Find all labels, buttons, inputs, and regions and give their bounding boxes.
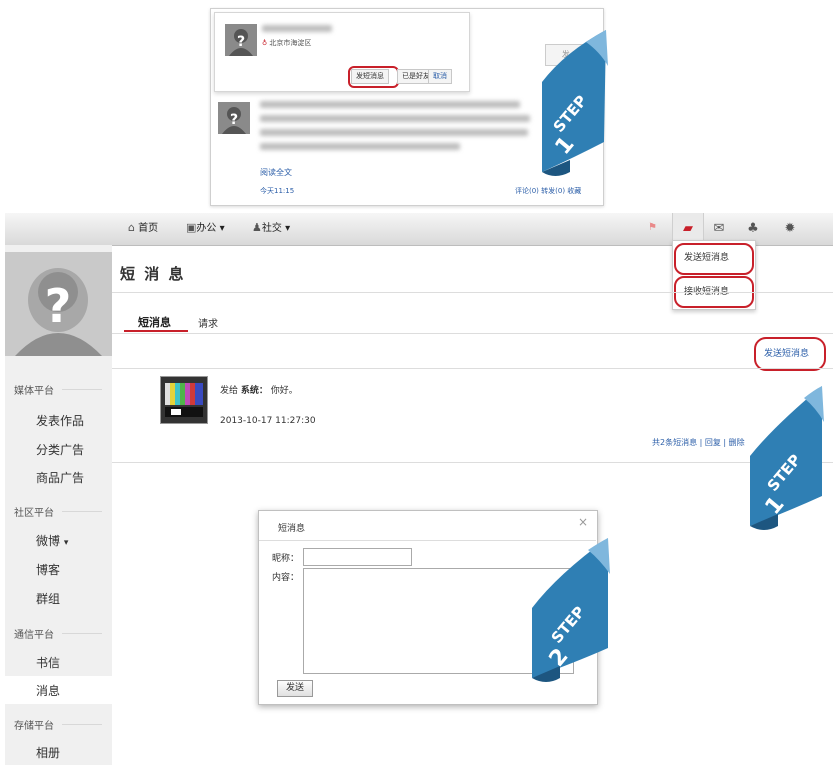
tab-active-underline <box>124 330 188 332</box>
nav-social-label: 社交 <box>261 223 282 234</box>
divider <box>112 333 833 334</box>
divider <box>62 724 102 725</box>
post-time[interactable]: 今天11:15 <box>260 186 294 196</box>
sidebar-item-albums[interactable]: 相册 <box>36 744 60 761</box>
cancel-button[interactable]: 取消 <box>428 69 452 84</box>
briefcase-icon: ▣ <box>186 221 197 234</box>
step-2-ribbon: STEP 2 <box>526 528 618 688</box>
sender-avatar <box>160 376 208 424</box>
svg-text:?: ? <box>237 34 245 50</box>
sidebar-item-groups[interactable]: 群组 <box>36 590 60 607</box>
nickname-input[interactable] <box>303 548 412 566</box>
send-button[interactable]: 发送 <box>277 680 313 697</box>
blurred-username <box>262 25 332 32</box>
sidebar-item-blog[interactable]: 博客 <box>36 561 60 578</box>
nickname-label: 昵称： <box>272 554 300 564</box>
send-message-link[interactable]: 发送短消息 <box>764 346 809 359</box>
post-avatar: ? <box>218 102 250 134</box>
gear-icon: ✹ <box>784 221 796 236</box>
step-1-ribbon-top: STEP 1 <box>530 22 620 182</box>
page-title: 短 消 息 <box>120 265 186 283</box>
sidebar-item-messages[interactable]: 消息 <box>36 682 60 699</box>
svg-text:?: ? <box>45 279 72 333</box>
tab-requests[interactable]: 请求 <box>198 315 218 330</box>
dropdown-receive-message[interactable]: 接收短消息 <box>684 284 729 297</box>
divider <box>62 633 102 634</box>
nav-social[interactable]: ♟社交 ▾ <box>252 219 290 238</box>
sidebar-item-weibo-label: 微博 <box>36 534 61 548</box>
sidebar-group-storage: 存储平台 <box>14 721 54 732</box>
divider <box>112 368 833 369</box>
sidebar-item-classified-ads[interactable]: 分类广告 <box>36 441 84 458</box>
divider <box>112 292 833 293</box>
popup-avatar: ? <box>225 24 257 56</box>
person-placeholder-icon: ? <box>5 252 112 356</box>
sidebar-group-communication: 通信平台 <box>14 630 54 641</box>
nav-home-label: 首页 <box>138 223 159 234</box>
message-time: 2013-10-17 11:27:30 <box>220 416 316 426</box>
blurred-post-line <box>260 115 530 122</box>
nav-office[interactable]: ▣办公 ▾ <box>186 219 225 238</box>
svg-text:?: ? <box>230 112 238 128</box>
message-footer-actions[interactable]: 共2条短消息 | 回复 | 删除 <box>652 437 745 448</box>
divider <box>62 511 102 512</box>
blurred-post-line <box>260 101 520 108</box>
dropdown-send-message[interactable]: 发送短消息 <box>684 250 729 263</box>
blurred-post-line <box>260 129 528 136</box>
sidebar-item-publish-work[interactable]: 发表作品 <box>36 412 84 429</box>
caret-down-icon: ▾ <box>285 223 291 234</box>
caret-down-icon: ▾ <box>63 538 69 548</box>
sender-name: 系统 <box>240 386 259 396</box>
message-text: 你好。 <box>270 386 298 396</box>
nav-home[interactable]: ⌂ 首页 <box>128 219 158 238</box>
blurred-post-line <box>260 143 460 150</box>
message-header: 发给 系统： 你好。 <box>220 386 298 396</box>
step-1-ribbon-right: STEP 1 <box>744 376 834 536</box>
sidebar-item-letters[interactable]: 书信 <box>36 654 60 671</box>
notification-flag-icon: ⚑ <box>648 222 657 233</box>
location-pin-icon: ♁ <box>262 39 268 47</box>
person-placeholder-icon: ? <box>218 102 250 134</box>
user-icon: ♟ <box>252 221 262 234</box>
content-label: 内容： <box>272 573 300 583</box>
nav-office-label: 办公 <box>196 223 217 234</box>
divider <box>112 462 833 463</box>
person-placeholder-icon: ? <box>225 24 257 56</box>
read-more-link[interactable]: 阅读全文 <box>260 167 292 178</box>
sidebar-item-weibo[interactable]: 微博 ▾ <box>36 532 68 549</box>
divider <box>62 389 102 390</box>
message-icon: ▰ <box>683 221 693 236</box>
mail-icon: ✉ <box>713 221 725 236</box>
network-icon: ♣ <box>747 221 759 236</box>
tv-test-pattern-icon <box>161 377 207 423</box>
close-icon[interactable]: × <box>578 515 588 529</box>
sender-prefix: 发给 <box>220 386 239 396</box>
sidebar-group-community: 社区平台 <box>14 508 54 519</box>
settings-button[interactable]: ✹ <box>775 213 805 245</box>
location-text: 北京市海淀区 <box>269 39 312 47</box>
tab-messages[interactable]: 短消息 <box>138 314 171 330</box>
home-icon: ⌂ <box>128 221 135 234</box>
caret-down-icon: ▾ <box>219 223 225 234</box>
dialog-title: 短消息 <box>278 524 306 534</box>
sidebar-item-product-ads[interactable]: 商品广告 <box>36 469 84 486</box>
sidebar-group-media: 媒体平台 <box>14 386 54 397</box>
profile-avatar: ? <box>5 252 112 356</box>
popup-location: ♁ 北京市海淀区 <box>262 38 311 48</box>
post-actions[interactable]: 评论(0) 转发(0) 收藏 <box>515 186 581 196</box>
send-message-button[interactable]: 发短消息 <box>351 69 389 84</box>
